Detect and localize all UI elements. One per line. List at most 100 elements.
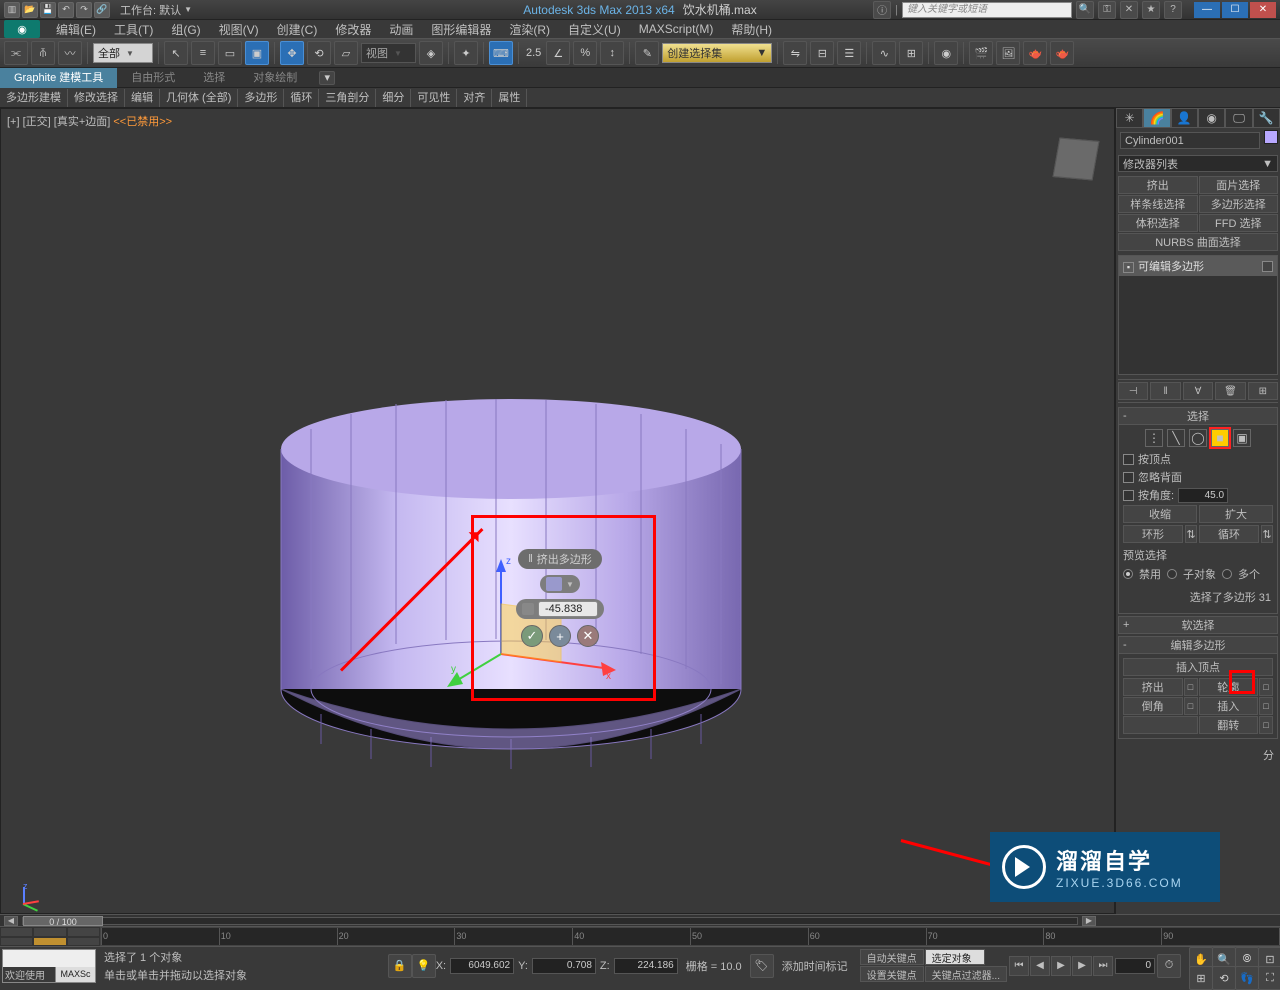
select-rotate-icon[interactable]: ⟲ (307, 41, 331, 65)
binoculars-icon[interactable]: 🔍 (1076, 1, 1094, 19)
by-angle-checkbox[interactable] (1123, 490, 1134, 501)
select-scale-icon[interactable]: ▱ (334, 41, 358, 65)
track-ruler[interactable]: 0102030405060708090100 (100, 927, 1280, 946)
remove-modifier-icon[interactable]: 🗑 (1215, 382, 1245, 400)
coord-y-field[interactable] (532, 958, 596, 974)
ring-spinner[interactable]: ⇅ (1185, 525, 1197, 543)
rollout-selection-header[interactable]: -选择 (1118, 407, 1278, 425)
subobj-edge-icon[interactable]: ╲ (1167, 429, 1185, 447)
max-viewport-icon[interactable]: ⛶ (1258, 966, 1280, 990)
schematic-view-icon[interactable]: ⊞ (899, 41, 923, 65)
configure-sets-icon[interactable]: ⊞ (1248, 382, 1278, 400)
caddy-cancel-button[interactable]: ✕ (577, 625, 599, 647)
menu-grapheditors[interactable]: 图形编辑器 (423, 21, 499, 38)
ribbon-panel[interactable]: 多边形 (238, 89, 284, 107)
by-angle-spinner[interactable] (1178, 488, 1228, 503)
trackbar-btn[interactable] (0, 927, 33, 937)
walk-icon[interactable]: 👣 (1235, 966, 1259, 990)
orbit-icon[interactable]: ⟲ (1212, 966, 1236, 990)
inset-settings-button[interactable]: □ (1259, 697, 1273, 715)
caddy-ok-button[interactable]: ✓ (521, 625, 543, 647)
play-icon[interactable]: ▶ (1051, 956, 1071, 976)
curve-editor-icon[interactable]: ∿ (872, 41, 896, 65)
next-frame-icon[interactable]: ▶ (1072, 956, 1092, 976)
align-icon[interactable]: ⊟ (810, 41, 834, 65)
trackbar-btn[interactable] (33, 937, 66, 947)
select-link-icon[interactable]: ⫘ (4, 41, 28, 65)
preview-multi-radio[interactable] (1222, 569, 1232, 579)
tab-graphite[interactable]: Graphite 建模工具 (0, 68, 117, 88)
insert-vertex-button[interactable]: 插入顶点 (1123, 658, 1273, 676)
workspace-selector[interactable]: 工作台: 默认▼ (114, 2, 198, 18)
tab-modify-icon[interactable]: 🌈 (1143, 108, 1170, 128)
trackbar-btn[interactable] (67, 927, 100, 937)
ribbon-panel[interactable]: 修改选择 (68, 89, 125, 107)
modset-patchsel[interactable]: 面片选择 (1199, 176, 1279, 194)
subobj-border-icon[interactable]: ◯ (1189, 429, 1207, 447)
select-by-name-icon[interactable]: ≡ (191, 41, 215, 65)
prev-frame-icon[interactable]: ◀ (1030, 956, 1050, 976)
ribbon-panel[interactable]: 编辑 (125, 89, 160, 107)
bevel-button[interactable]: 倒角 (1123, 697, 1183, 715)
caddy-type-pill[interactable]: ▼ (540, 575, 580, 593)
tab-utilities-icon[interactable]: 🔧 (1253, 108, 1280, 128)
tab-create-icon[interactable]: ✳ (1116, 108, 1143, 128)
material-editor-icon[interactable]: ◉ (934, 41, 958, 65)
new-icon[interactable]: ▥ (4, 2, 20, 18)
rendered-frame-icon[interactable]: 🖼 (996, 41, 1020, 65)
save-icon[interactable]: 💾 (40, 2, 56, 18)
ribbon-panel[interactable]: 多边形建模 (0, 89, 68, 107)
tab-objectpaint[interactable]: 对象绘制 (239, 68, 311, 88)
select-move-icon[interactable]: ✥ (280, 41, 304, 65)
flip-settings-button[interactable]: □ (1259, 716, 1273, 734)
goto-start-icon[interactable]: ⏮ (1009, 956, 1029, 976)
grow-button[interactable]: 扩大 (1199, 505, 1273, 523)
key-filters-button[interactable]: 关键点过滤器... (925, 966, 1007, 982)
loop-button[interactable]: 循环 (1199, 525, 1259, 543)
search-input[interactable]: 键入关键字或短语 (902, 2, 1072, 18)
angle-snap-icon[interactable]: ∠ (546, 41, 570, 65)
modset-polysel[interactable]: 多边形选择 (1199, 195, 1279, 213)
bevel-settings-button[interactable]: □ (1184, 697, 1198, 715)
minimize-button[interactable]: — (1194, 2, 1220, 18)
ribbon-panel[interactable]: 属性 (492, 89, 527, 107)
trackbar-btn[interactable] (0, 937, 33, 947)
inset-button[interactable]: 插入 (1199, 697, 1259, 715)
modifier-stack[interactable]: ▪可编辑多边形 (1118, 255, 1278, 375)
ribbon-panel[interactable]: 可见性 (411, 89, 457, 107)
slider-next-button[interactable]: ▶ (1082, 916, 1096, 926)
setkey-button[interactable]: 设置关键点 (860, 966, 924, 982)
current-frame-field[interactable] (1115, 958, 1155, 974)
maximize-button[interactable]: ☐ (1222, 2, 1248, 18)
undo-icon[interactable]: ↶ (58, 2, 74, 18)
unlink-icon[interactable]: ⫚ (31, 41, 55, 65)
extrude-settings-button[interactable]: □ (1184, 678, 1198, 696)
tab-selection[interactable]: 选择 (189, 68, 239, 88)
time-tag-icon[interactable]: 🏷 (750, 954, 774, 978)
application-button[interactable]: ◉ (4, 20, 40, 38)
menu-tools[interactable]: 工具(T) (106, 21, 161, 38)
rollout-softsel-header[interactable]: +软选择 (1118, 616, 1278, 634)
menu-views[interactable]: 视图(V) (211, 21, 267, 38)
menu-edit[interactable]: 编辑(E) (48, 21, 104, 38)
menu-customize[interactable]: 自定义(U) (560, 21, 629, 38)
ribbon-panel[interactable]: 几何体 (全部) (160, 89, 238, 107)
zoom-all-icon[interactable]: ⊞ (1189, 966, 1213, 990)
pin-stack-icon[interactable]: ⊣ (1118, 382, 1148, 400)
select-region-icon[interactable]: ▭ (218, 41, 242, 65)
tab-display-icon[interactable]: 🖵 (1225, 108, 1252, 128)
spinner-snap-icon[interactable]: ↕ (600, 41, 624, 65)
tab-freeform[interactable]: 自由形式 (117, 68, 189, 88)
layers-icon[interactable]: ☰ (837, 41, 861, 65)
menu-help[interactable]: 帮助(H) (723, 21, 780, 38)
close-button[interactable]: ✕ (1250, 2, 1276, 18)
key-icon[interactable]: ⚿ (1098, 1, 1116, 19)
trackbar-btn[interactable] (67, 937, 100, 947)
flip-button[interactable]: 翻转 (1199, 716, 1259, 734)
viewport-label[interactable]: [+] [正交] [真实+边面] <<已禁用>> (7, 113, 172, 129)
subobj-element-icon[interactable]: ▣ (1233, 429, 1251, 447)
ribbon-panel[interactable]: 细分 (376, 89, 411, 107)
link-icon[interactable]: 🔗 (94, 2, 110, 18)
select-manipulate-icon[interactable]: ✦ (454, 41, 478, 65)
coord-x-field[interactable] (450, 958, 514, 974)
